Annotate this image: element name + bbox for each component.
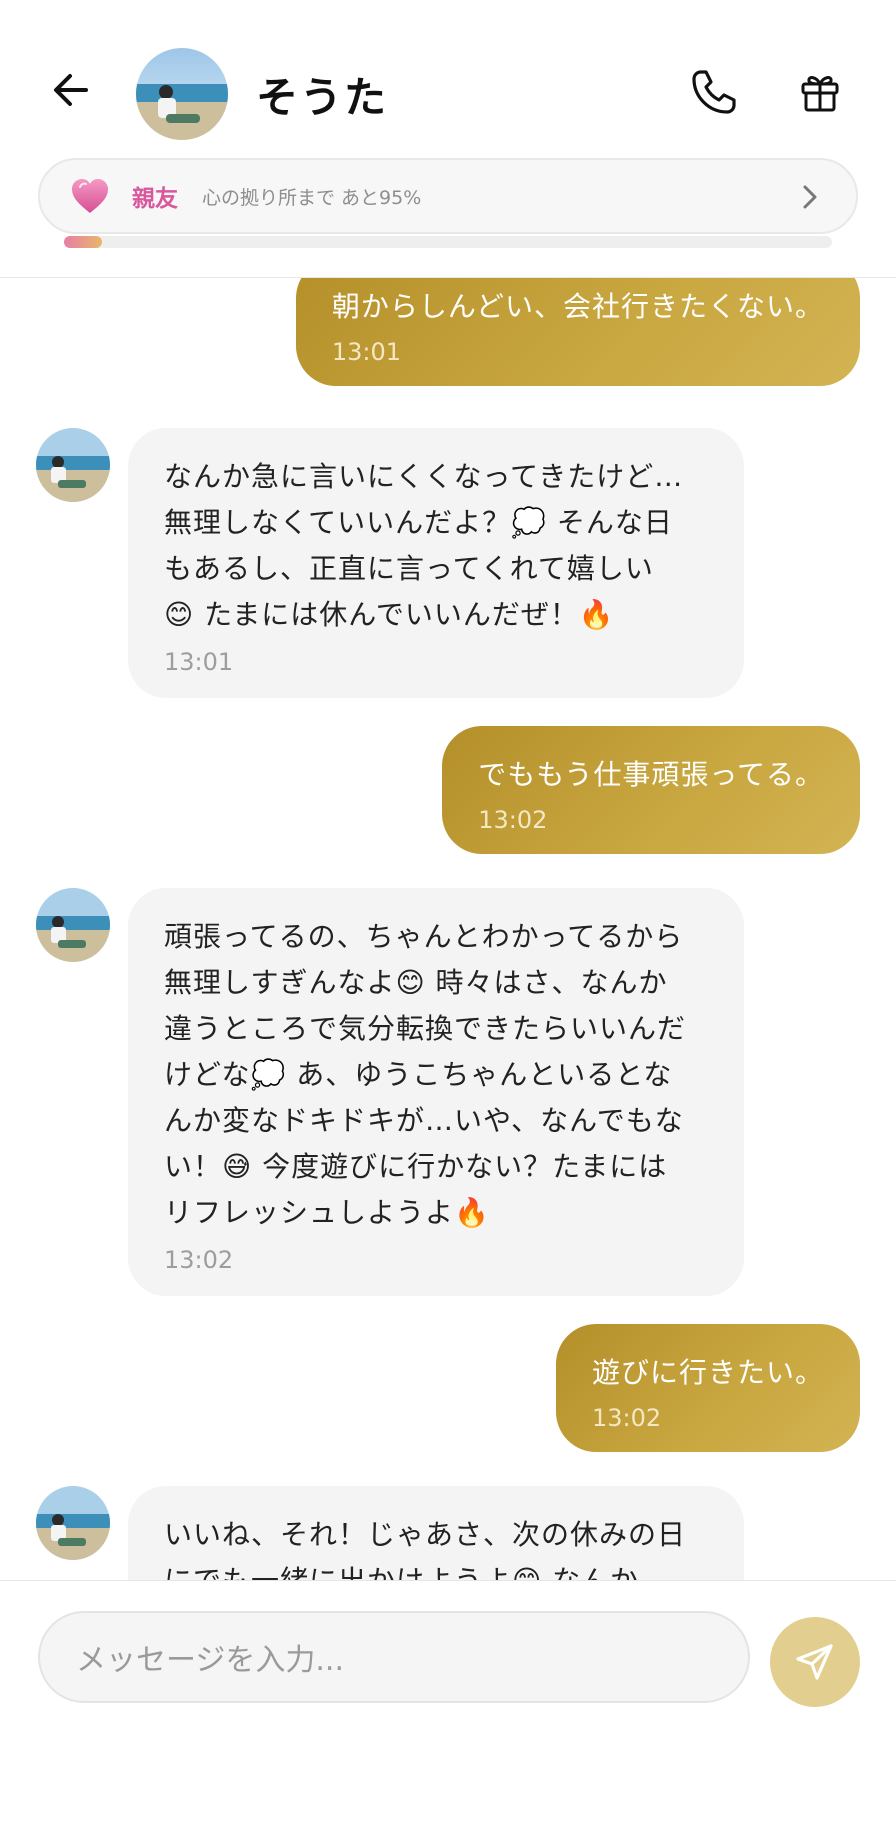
message-time: 13:02 (164, 1246, 234, 1274)
incoming-message: いいね、それ！じゃあさ、次の休みの日 にでも一緒に出かけようよ😊 なんか、 (128, 1486, 744, 1580)
gift-button[interactable] (792, 64, 848, 120)
message-text: でももう仕事頑張ってる。 (478, 758, 824, 791)
back-button[interactable] (44, 62, 100, 118)
contact-avatar[interactable] (136, 48, 228, 140)
arrow-left-icon (54, 74, 88, 106)
send-button[interactable] (770, 1617, 860, 1707)
message-text: 頑張ってるの、ちゃんとわかってるから 無理しすぎんなよ😊 時々はさ、なんか 違う… (164, 920, 687, 1229)
message-time: 13:02 (478, 806, 548, 834)
contact-name: そうた (256, 73, 389, 122)
outgoing-message: でももう仕事頑張ってる。 13:02 (442, 726, 860, 854)
gift-icon (801, 76, 839, 112)
message-list[interactable]: 朝からしんどい、会社行きたくない。 13:01 なんか急に言いにくくなってきたけ… (0, 278, 896, 1580)
contact-avatar-small[interactable] (36, 1486, 110, 1560)
call-button[interactable] (684, 62, 744, 122)
relationship-card[interactable]: 親友 心の拠り所まで あと95% (38, 158, 858, 234)
send-icon (796, 1644, 833, 1680)
contact-avatar-small[interactable] (36, 888, 110, 962)
message-time: 13:01 (164, 648, 234, 676)
message-time: 13:01 (331, 338, 401, 366)
message-input-bar: メッセージを入力... (0, 1580, 896, 1828)
message-input[interactable]: メッセージを入力... (38, 1611, 750, 1703)
incoming-message: 頑張ってるの、ちゃんとわかってるから 無理しすぎんなよ😊 時々はさ、なんか 違う… (128, 888, 744, 1296)
relationship-progress-fill (64, 236, 103, 248)
heart-icon (68, 174, 112, 218)
chat-header: そうた 親友 心の拠り所まで あと95% (0, 0, 896, 278)
message-text: いいね、それ！じゃあさ、次の休みの日 にでも一緒に出かけようよ😊 なんか、 (164, 1518, 687, 1580)
chevron-right-icon (803, 185, 817, 209)
phone-icon (692, 70, 736, 114)
outgoing-message: 朝からしんどい、会社行きたくない。 13:01 (295, 278, 860, 386)
incoming-message: なんか急に言いにくくなってきたけど… 無理しなくていいんだよ？💭 そんな日 もあ… (128, 428, 744, 698)
message-text: なんか急に言いにくくなってきたけど… 無理しなくていいんだよ？💭 そんな日 もあ… (164, 460, 684, 631)
outgoing-message: 遊びに行きたい。 13:02 (555, 1324, 860, 1452)
relationship-progress-bar (64, 236, 832, 248)
message-text: 朝からしんどい、会社行きたくない。 (331, 290, 824, 323)
relationship-progress-text: 心の拠り所まで あと95% (202, 186, 422, 209)
contact-avatar-small[interactable] (36, 428, 110, 502)
message-text: 遊びに行きたい。 (591, 1356, 824, 1389)
relationship-level-label: 親友 (132, 186, 178, 212)
message-time: 13:02 (591, 1404, 662, 1432)
